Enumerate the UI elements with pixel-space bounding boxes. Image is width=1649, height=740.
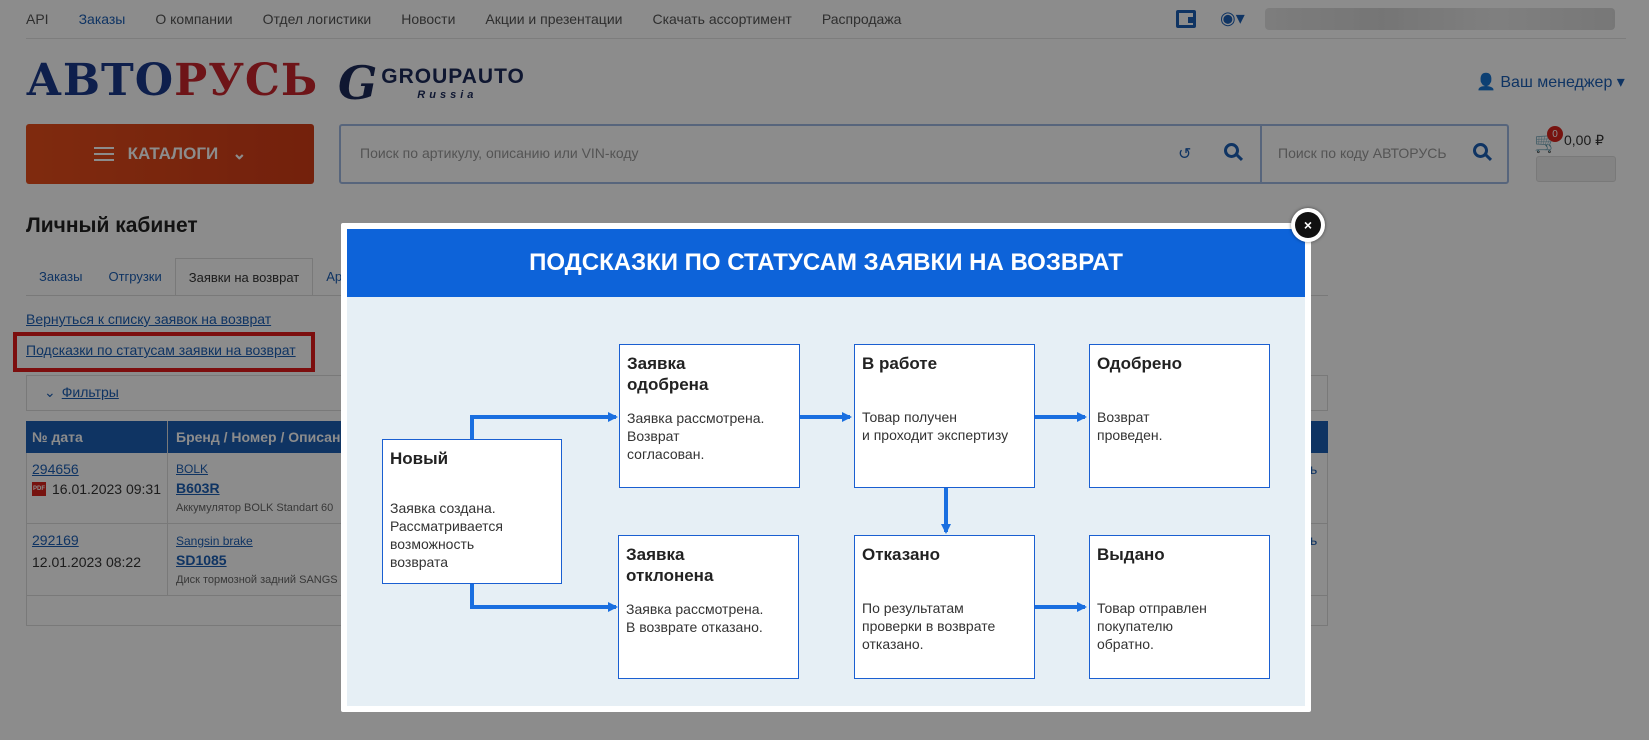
status-title: Отказано: [862, 545, 941, 564]
status-title: Новый: [390, 449, 449, 468]
status-title: В работе: [862, 354, 938, 373]
status-box-issued: Выдано Товар отправлен покупателю обратн…: [1089, 535, 1270, 679]
status-title: Выдано: [1097, 545, 1165, 564]
status-box-new: Новый Заявка создана. Рассматривается во…: [382, 439, 562, 584]
status-description: Заявка рассмотрена. Возврат согласован.: [627, 410, 765, 462]
flow-arrows: [470, 412, 1087, 612]
status-box-rejected-request: Заявка отклонена Заявка рассмотрена. В в…: [618, 535, 799, 679]
status-description: По результатам проверки в возврате отказ…: [862, 600, 996, 652]
status-description: Товар отправлен покупателю обратно.: [1097, 600, 1207, 652]
close-icon: ×: [1295, 212, 1321, 238]
status-title: Одобрено: [1097, 354, 1182, 373]
status-box-approved-request: Заявка одобрена Заявка рассмотрена. Возв…: [619, 344, 800, 488]
status-description: Заявка создана. Рассматривается возможно…: [390, 500, 504, 570]
modal-close-button[interactable]: ×: [1291, 208, 1325, 242]
status-box-approved: Одобрено Возврат проведен.: [1089, 344, 1270, 488]
status-description: Возврат проведен.: [1097, 409, 1163, 443]
arrow-new-to-rejected-req: [470, 584, 618, 612]
status-description: Товар получен и проходит экспертизу: [862, 409, 1009, 443]
status-box-denied: Отказано По результатам проверки в возвр…: [854, 535, 1035, 679]
status-description: Заявка рассмотрена. В возврате отказано.: [626, 601, 764, 635]
arrow-new-to-approved-req: [470, 412, 618, 439]
status-box-in-work: В работе Товар получен и проходит экспер…: [854, 344, 1035, 488]
status-title: Заявка одобрена: [627, 354, 709, 394]
status-title: Заявка отклонена: [626, 545, 714, 585]
